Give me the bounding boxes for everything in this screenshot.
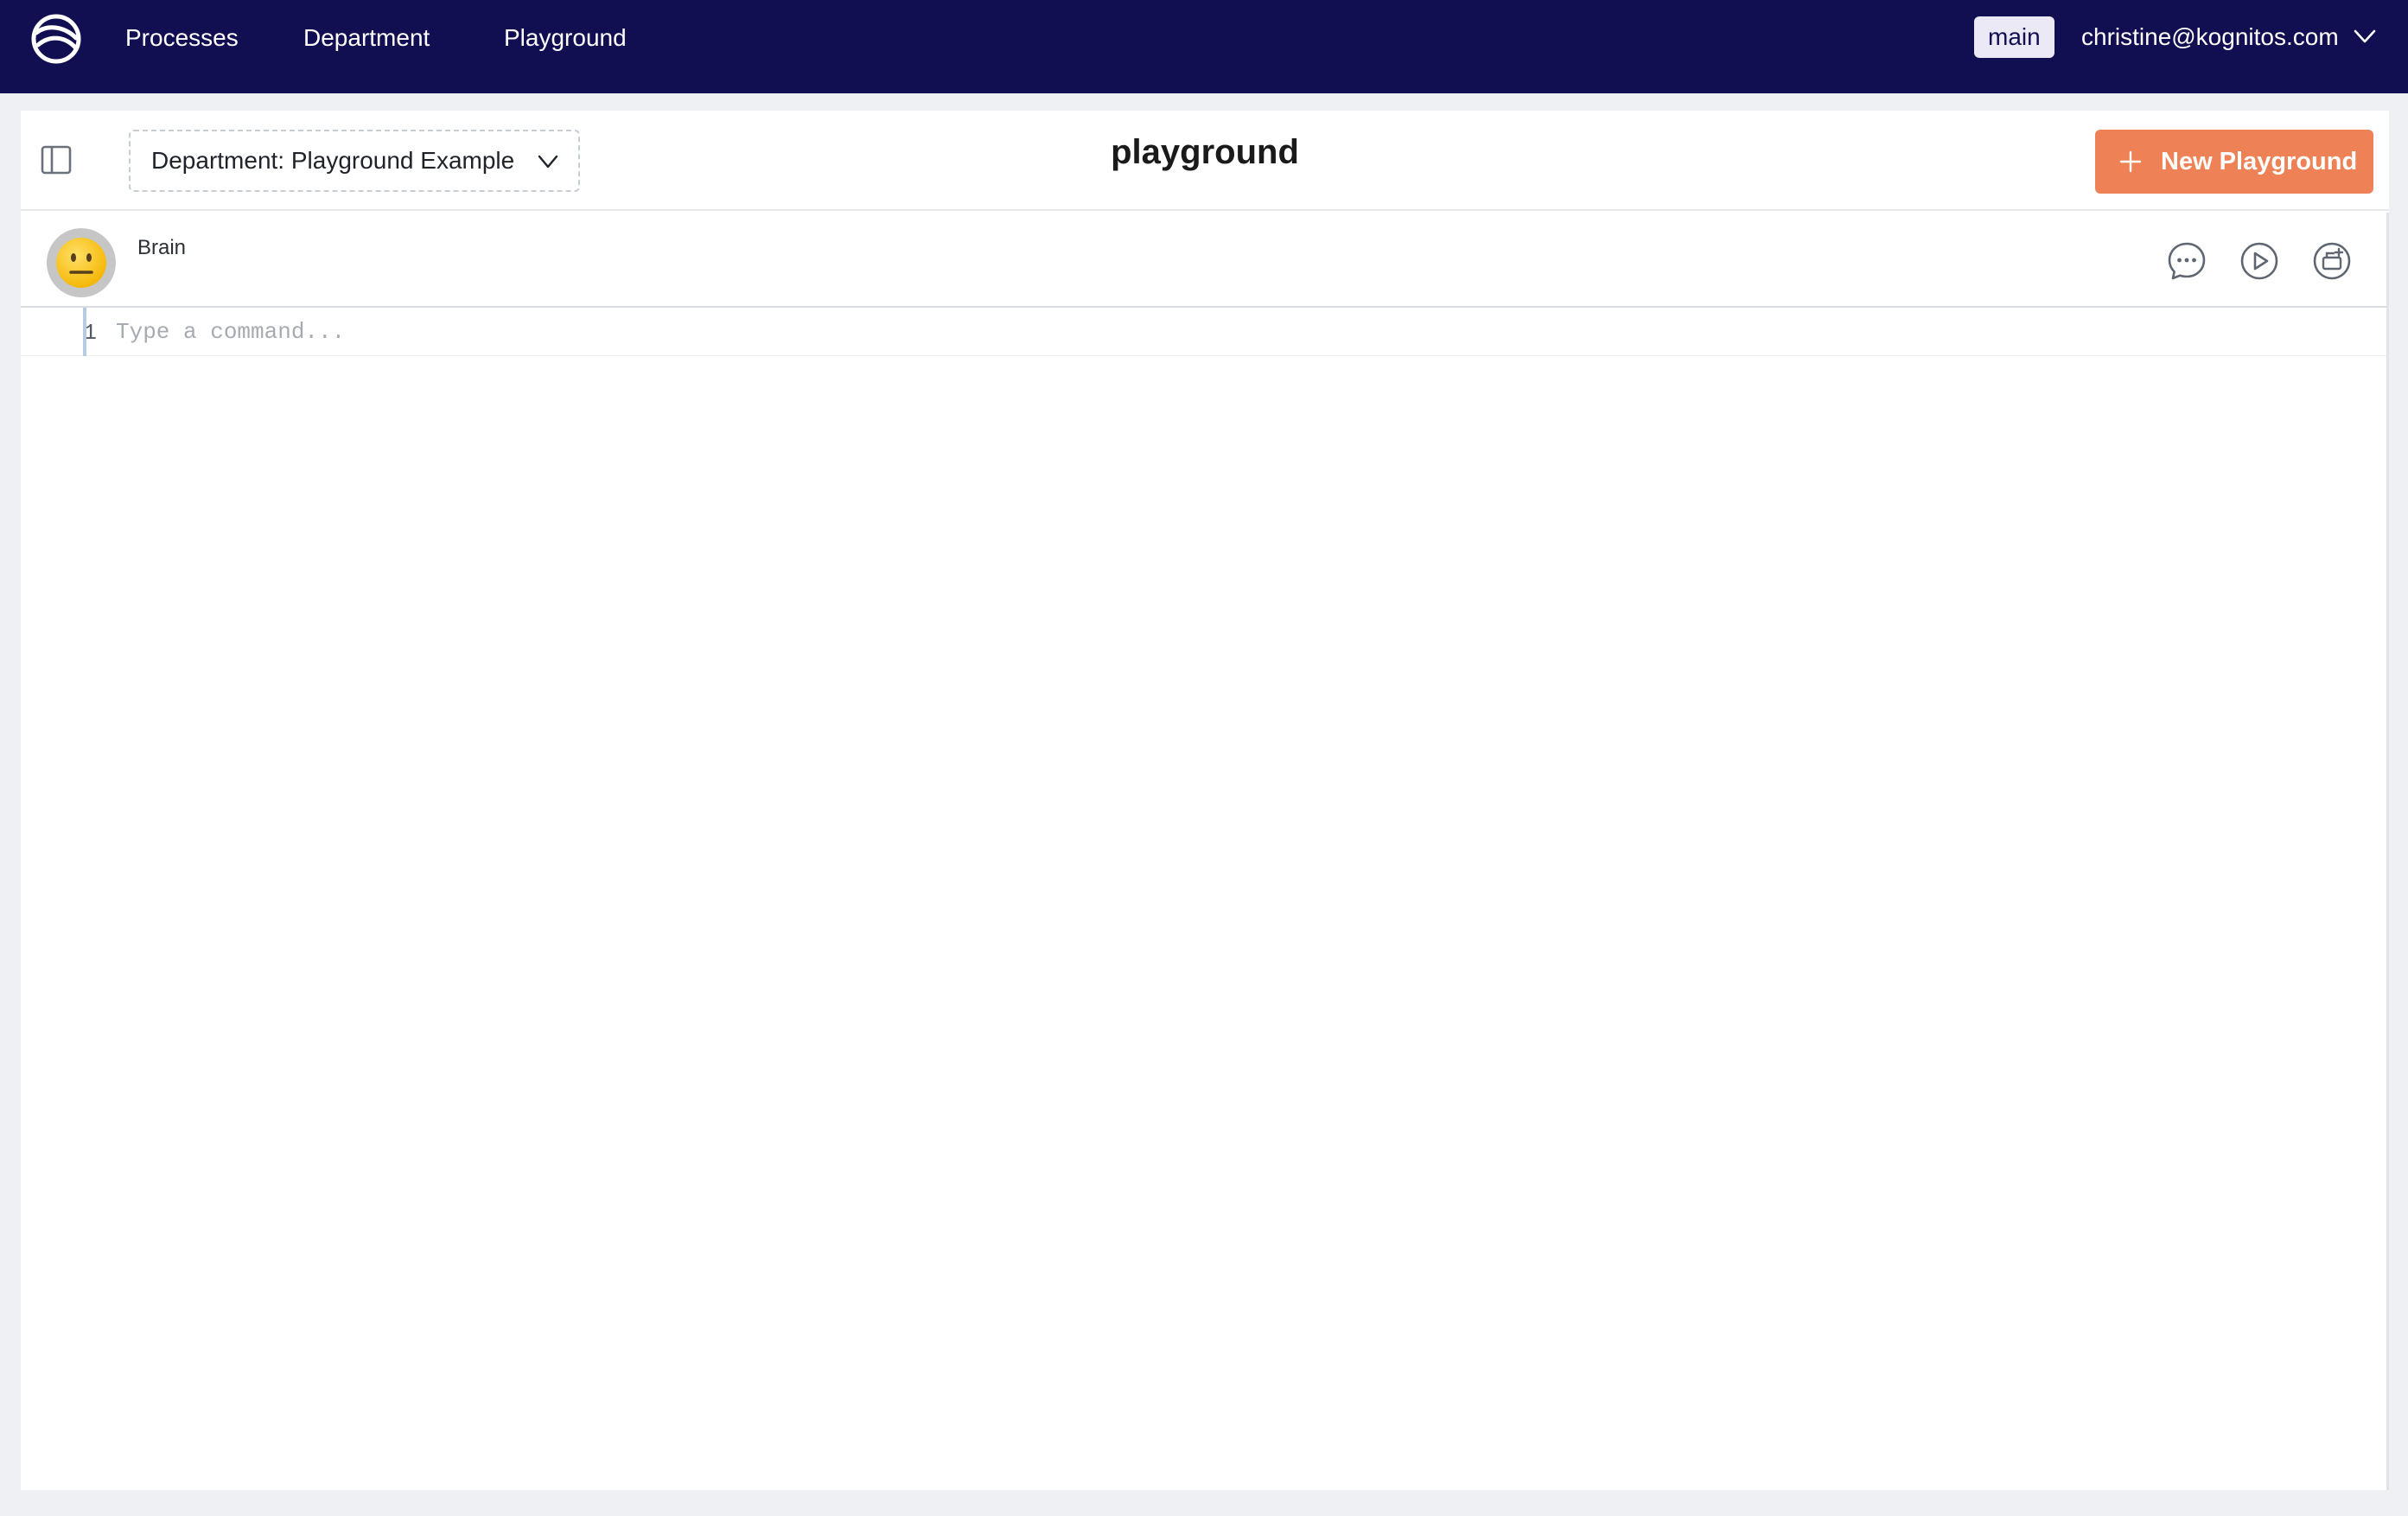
nav-link-processes[interactable]: Processes xyxy=(125,22,239,54)
main-panel: Department: Playground Example playgroun… xyxy=(21,111,2389,1490)
line-gutter-marker xyxy=(83,308,86,356)
kognitos-logo-icon[interactable] xyxy=(29,12,83,66)
avatar xyxy=(47,228,116,297)
nav-link-playground[interactable]: Playground xyxy=(504,22,627,54)
command-input[interactable] xyxy=(116,313,2346,351)
panel-header: Department: Playground Example playgroun… xyxy=(21,111,2389,211)
department-select[interactable]: Department: Playground Example xyxy=(129,130,580,192)
chat-bubble-icon[interactable] xyxy=(2166,240,2207,282)
add-document-icon[interactable] xyxy=(2311,240,2353,282)
top-nav-bar: Processes Department Playground main chr… xyxy=(0,0,2408,93)
user-email[interactable]: christine@kognitos.com xyxy=(2081,22,2339,53)
neutral-face-icon xyxy=(56,238,106,288)
editor-toolbar: Brain xyxy=(21,213,2386,308)
sidebar-toggle-icon[interactable] xyxy=(40,143,73,176)
plus-icon xyxy=(2119,150,2142,173)
chevron-down-icon[interactable] xyxy=(2353,24,2377,48)
new-playground-label: New Playground xyxy=(2161,148,2358,175)
page-title: playground xyxy=(1111,133,1299,171)
play-icon[interactable] xyxy=(2239,240,2280,282)
new-playground-button[interactable]: New Playground xyxy=(2095,130,2373,194)
chevron-down-icon xyxy=(538,155,558,169)
agent-name: Brain xyxy=(137,236,187,259)
nav-link-department[interactable]: Department xyxy=(303,22,430,54)
department-select-label: Department: Playground Example xyxy=(151,147,515,174)
command-editor: Brain 1 xyxy=(21,213,2389,1490)
editor-line: 1 xyxy=(21,308,2386,356)
line-number: 1 xyxy=(83,320,97,346)
branch-badge[interactable]: main xyxy=(1974,16,2054,58)
